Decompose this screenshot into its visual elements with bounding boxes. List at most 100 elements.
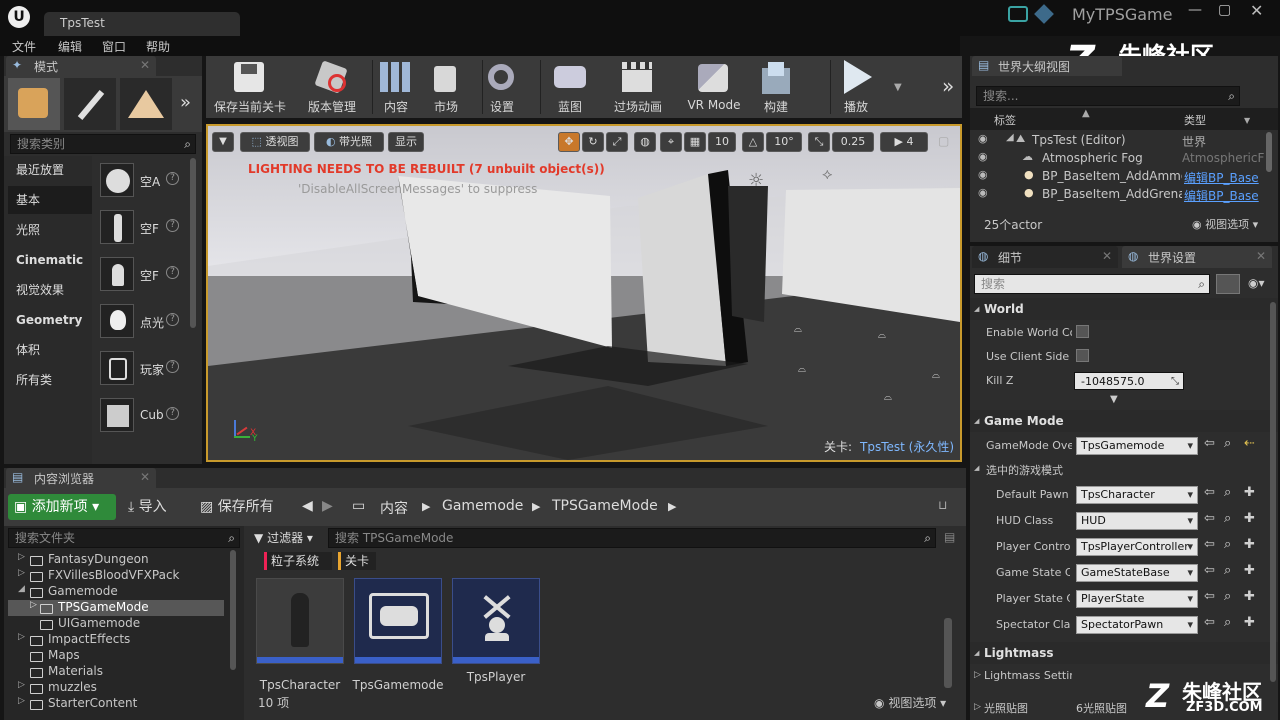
spectator-class-select[interactable]: SpectatorPawn xyxy=(1076,616,1198,634)
visibility-eye-icon[interactable]: ◉ xyxy=(978,168,988,181)
minimize-button[interactable]: — xyxy=(1188,2,1202,18)
browse-search-icon[interactable]: ⌕ xyxy=(1224,485,1231,500)
asset-view-scrollbar[interactable] xyxy=(944,618,952,688)
breadcrumb-tpsgamemode[interactable]: TPSGameMode xyxy=(552,498,658,514)
edit-blueprint-icon[interactable]: ⇠ xyxy=(1244,436,1255,451)
close-icon[interactable]: ✕ xyxy=(1102,249,1112,263)
tab-details[interactable]: ◍ 细节 ✕ xyxy=(972,246,1118,268)
use-client-side-level-checkbox[interactable] xyxy=(1076,349,1089,362)
use-selected-arrow-icon[interactable]: ⇦ xyxy=(1204,511,1215,526)
add-new-icon[interactable]: ✚ xyxy=(1244,615,1255,630)
outliner-view-options[interactable]: ◉ 视图选项 ▾ xyxy=(1192,216,1258,232)
use-selected-arrow-icon[interactable]: ⇦ xyxy=(1204,589,1215,604)
filters-dropdown[interactable]: ▼ 过滤器 ▾ xyxy=(254,528,324,548)
scale-snap-icon[interactable]: ⤡ xyxy=(808,132,830,152)
play-button[interactable]: 播放 xyxy=(816,56,896,118)
maximize-button[interactable]: ▢ xyxy=(1218,2,1231,18)
close-icon[interactable]: ✕ xyxy=(1256,249,1266,263)
rotate-tool-icon[interactable]: ↻ xyxy=(582,132,604,152)
outliner-row[interactable]: ◉ ☁ Atmospheric Fog AtmosphericF xyxy=(970,150,1266,168)
level-viewport[interactable]: ▼ ⬚ 透视图 ◐ 带光照 显示 ✥ ↻ ⤢ ◍ ⌖ ▦ 10 △ 10° ⤡ … xyxy=(206,124,962,462)
category-all-classes[interactable]: 所有类 xyxy=(8,366,92,394)
breadcrumb-gamemode[interactable]: Gamemode xyxy=(442,498,523,514)
outliner-row[interactable]: ◉ ● BP_BaseItem_AddGrenad 编辑BP_Base xyxy=(970,186,1266,204)
mode-item-empty-character[interactable]: 空F ? xyxy=(98,208,179,248)
expand-icon[interactable]: ▷ xyxy=(974,702,981,712)
close-icon[interactable]: ✕ xyxy=(140,470,150,484)
folder-row[interactable]: ▷ StarterContent xyxy=(4,696,238,712)
place-mode-button[interactable] xyxy=(8,78,60,130)
build-button[interactable]: 构建 xyxy=(736,56,816,118)
player-state-select[interactable]: PlayerState xyxy=(1076,590,1198,608)
toolbar-overflow-icon[interactable]: » xyxy=(942,74,954,98)
property-matrix-icon[interactable] xyxy=(1216,274,1240,294)
mode-item-empty-actor[interactable]: 空A ? xyxy=(98,161,179,201)
folder-row[interactable]: ◢ Gamemode xyxy=(4,584,238,600)
close-icon[interactable]: ✕ xyxy=(140,58,150,72)
help-icon[interactable]: ? xyxy=(166,266,179,279)
play-options-dropdown-icon[interactable]: ▼ xyxy=(894,82,902,93)
column-options-icon[interactable]: ▼ xyxy=(1244,116,1250,125)
browse-search-icon[interactable]: ⌕ xyxy=(1224,436,1231,451)
help-icon[interactable]: ? xyxy=(166,313,179,326)
column-type-header[interactable]: 类型 xyxy=(1184,112,1206,128)
save-level-button[interactable]: 保存当前关卡 xyxy=(210,56,290,118)
save-all-button[interactable]: ▨ 保存所有 xyxy=(196,494,286,520)
section-lightmass[interactable]: Lightmass xyxy=(970,642,1278,664)
folder-row[interactable]: UIGamemode xyxy=(4,616,238,632)
mode-item-point-light[interactable]: 点光 ? xyxy=(98,302,179,342)
viewport-options-dropdown[interactable]: ▼ xyxy=(212,132,234,152)
details-scrollbar[interactable] xyxy=(1270,302,1276,682)
close-window-button[interactable]: ✕ xyxy=(1250,1,1263,20)
add-new-icon[interactable]: ✚ xyxy=(1244,511,1255,526)
help-icon[interactable]: ? xyxy=(166,360,179,373)
breadcrumb-separator-icon[interactable]: ▶ xyxy=(532,500,540,513)
folder-row[interactable]: Materials xyxy=(4,664,238,680)
asset-tile-tpsgamemode[interactable] xyxy=(354,578,442,664)
folder-row[interactable]: ▷ FantasyDungeon xyxy=(4,552,238,568)
menu-window[interactable]: 窗口 xyxy=(102,38,126,55)
source-control-icon[interactable] xyxy=(1034,4,1054,24)
help-icon[interactable]: ? xyxy=(166,219,179,232)
folder-tree-scrollbar[interactable] xyxy=(230,550,236,670)
show-button[interactable]: 显示 xyxy=(388,132,424,152)
menu-edit[interactable]: 编辑 xyxy=(58,38,82,55)
content-browser-tab[interactable]: ▤ 内容浏览器 ✕ xyxy=(6,468,156,488)
lit-mode-button[interactable]: ◐ 带光照 xyxy=(314,132,384,152)
import-button[interactable]: ⤓ 导入 xyxy=(124,494,184,520)
breadcrumb-separator-icon[interactable]: ▶ xyxy=(422,500,430,513)
folder-row[interactable]: ▷ muzzles xyxy=(4,680,238,696)
paint-mode-button[interactable] xyxy=(64,78,116,130)
level-tab[interactable]: TpsTest xyxy=(44,12,240,36)
mode-item-empty-pawn[interactable]: 空F ? xyxy=(98,255,179,295)
enable-world-composition-checkbox[interactable] xyxy=(1076,325,1089,338)
cinematics-button[interactable]: 过场动画 xyxy=(598,56,678,118)
visibility-eye-icon[interactable]: ◉ xyxy=(978,132,988,145)
drag-handle-icon[interactable]: ⤡ xyxy=(1171,373,1179,391)
use-selected-arrow-icon[interactable]: ⇦ xyxy=(1204,485,1215,500)
modes-tab[interactable]: ✦ 模式 ✕ xyxy=(6,56,156,76)
help-icon[interactable]: ? xyxy=(166,407,179,420)
add-new-icon[interactable]: ✚ xyxy=(1244,485,1255,500)
hud-class-select[interactable]: HUD xyxy=(1076,512,1198,530)
browse-search-icon[interactable]: ⌕ xyxy=(1224,615,1231,630)
player-controller-select[interactable]: TpsPlayerController xyxy=(1076,538,1198,556)
category-geometry[interactable]: Geometry xyxy=(8,306,92,334)
folder-row[interactable]: Maps xyxy=(4,648,238,664)
game-state-select[interactable]: GameStateBase xyxy=(1076,564,1198,582)
outliner-search-input[interactable]: 搜索... ⌕ xyxy=(976,86,1240,106)
asset-tile-tpsplayer[interactable] xyxy=(452,578,540,664)
folder-row[interactable]: ▷ FXVillesBloodVFXPack xyxy=(4,568,238,584)
edit-blueprint-link[interactable]: 编辑BP_Base xyxy=(1184,169,1266,186)
help-icon[interactable]: ? xyxy=(166,172,179,185)
landscape-mode-button[interactable] xyxy=(120,78,172,130)
menu-file[interactable]: 文件 xyxy=(12,38,36,55)
grid-size-value[interactable]: 10 xyxy=(708,132,736,152)
selected-game-mode-header[interactable]: ◢ 选中的游戏模式 xyxy=(970,460,1278,480)
camera-speed-button[interactable]: ▶ 4 xyxy=(880,132,928,152)
back-arrow-icon[interactable]: ◀ xyxy=(302,498,313,514)
filter-chip-levels[interactable]: 关卡 xyxy=(338,552,376,570)
category-cinematic[interactable]: Cinematic xyxy=(8,246,92,274)
asset-tile-tpscharacter[interactable] xyxy=(256,578,344,664)
section-world[interactable]: World xyxy=(970,298,1278,320)
